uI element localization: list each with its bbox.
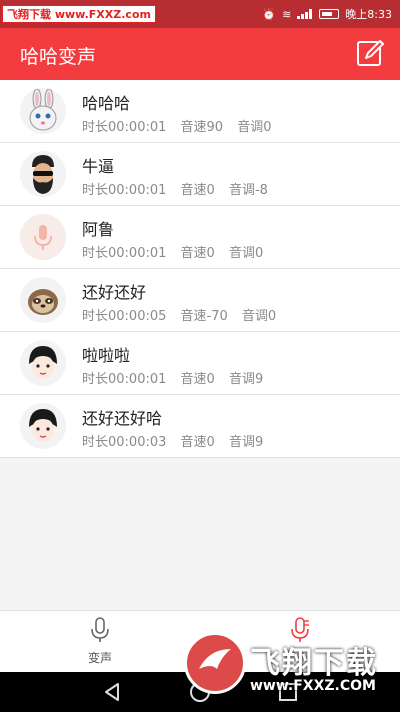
speed-label: 音速0 — [180, 372, 215, 387]
rabbit-avatar — [20, 88, 66, 134]
edit-icon[interactable] — [356, 38, 384, 68]
duration-label: 时长00:00:01 — [82, 246, 167, 261]
list-item[interactable]: 还好还好哈 时长00:00:03 音速0 音调9 — [0, 395, 400, 458]
watermark-url: www.FXXZ.COM — [250, 678, 376, 694]
list-item[interactable]: 啦啦啦 时长00:00:01 音速0 音调9 — [0, 332, 400, 395]
recording-name: 阿鲁 — [82, 220, 115, 239]
wifi-icon: ≋ — [282, 7, 292, 21]
recording-name: 还好还好哈 — [82, 409, 163, 428]
girl-avatar — [20, 340, 66, 386]
girl-avatar — [20, 403, 66, 449]
recording-list: 哈哈哈 时长00:00:01 音速90 音调0 牛逼 时长00:00:01 音速… — [0, 80, 400, 458]
recording-meta: 时长00:00:05 音速-70 音调0 — [82, 305, 286, 324]
status-time: 晚上8:33 — [345, 8, 392, 21]
list-item[interactable]: 还好还好 时长00:00:05 音速-70 音调0 — [0, 269, 400, 332]
list-item[interactable]: 哈哈哈 时长00:00:01 音速90 音调0 — [0, 80, 400, 143]
tab-voice-change[interactable]: 变声 — [0, 611, 200, 673]
speed-label: 音速0 — [180, 183, 215, 198]
recording-meta: 时长00:00:01 音速90 音调0 — [82, 116, 282, 135]
alarm-icon: ⏰ — [262, 7, 277, 21]
speed-label: 音速90 — [180, 120, 224, 135]
microphone-avatar — [20, 214, 66, 260]
app-bar: 哈哈变声 — [0, 28, 400, 80]
recording-meta: 时长00:00:01 音速0 音调9 — [82, 368, 273, 387]
duration-label: 时长00:00:03 — [82, 435, 167, 450]
recording-meta: 时长00:00:01 音速0 音调-8 — [82, 179, 278, 198]
duration-label: 时长00:00:01 — [82, 372, 167, 387]
pitch-label: 音调0 — [228, 246, 264, 261]
tab-label: 变声 — [87, 651, 112, 665]
duration-label: 时长00:00:01 — [82, 183, 167, 198]
pitch-label: 音调9 — [228, 435, 264, 450]
pitch-label: 音调-8 — [228, 183, 268, 198]
speed-label: 音速-70 — [180, 309, 228, 324]
duration-label: 时长00:00:01 — [82, 120, 167, 135]
page-title: 哈哈变声 — [20, 46, 97, 68]
speed-label: 音速0 — [180, 435, 215, 450]
microphone-icon — [91, 617, 109, 642]
recording-name: 牛逼 — [82, 157, 115, 176]
status-icons: ⏰ ≋ 晚上8:33 — [262, 0, 392, 28]
duration-label: 时长00:00:05 — [82, 309, 167, 324]
list-item[interactable]: 牛逼 时长00:00:01 音速0 音调-8 — [0, 143, 400, 206]
back-icon[interactable] — [100, 680, 124, 704]
recording-meta: 时长00:00:01 音速0 音调0 — [82, 242, 273, 261]
watermark-badge: 飞翔下载 www.FXXZ.com — [2, 5, 156, 23]
pitch-label: 音调0 — [237, 120, 272, 135]
recording-name: 还好还好 — [82, 283, 147, 302]
recording-meta: 时长00:00:03 音速0 音调9 — [82, 431, 273, 450]
pitch-label: 音调0 — [241, 309, 277, 324]
sloth-avatar — [20, 277, 66, 323]
watermark-logo-icon — [184, 632, 246, 694]
signal-icon — [297, 9, 313, 19]
recording-name: 啦啦啦 — [82, 346, 131, 365]
list-item[interactable]: 阿鲁 时长00:00:01 音速0 音调0 — [0, 206, 400, 269]
status-bar: 飞翔下载 www.FXXZ.com ⏰ ≋ 晚上8:33 — [0, 0, 400, 28]
watermark-overlay: 飞翔下载 www.FXXZ.COM — [184, 628, 396, 710]
watermark-brand: 飞翔下载 — [250, 646, 378, 681]
bearded-man-avatar — [20, 151, 66, 197]
pitch-label: 音调9 — [228, 372, 264, 387]
battery-icon — [319, 9, 340, 19]
speed-label: 音速0 — [180, 246, 215, 261]
recording-name: 哈哈哈 — [82, 94, 131, 113]
